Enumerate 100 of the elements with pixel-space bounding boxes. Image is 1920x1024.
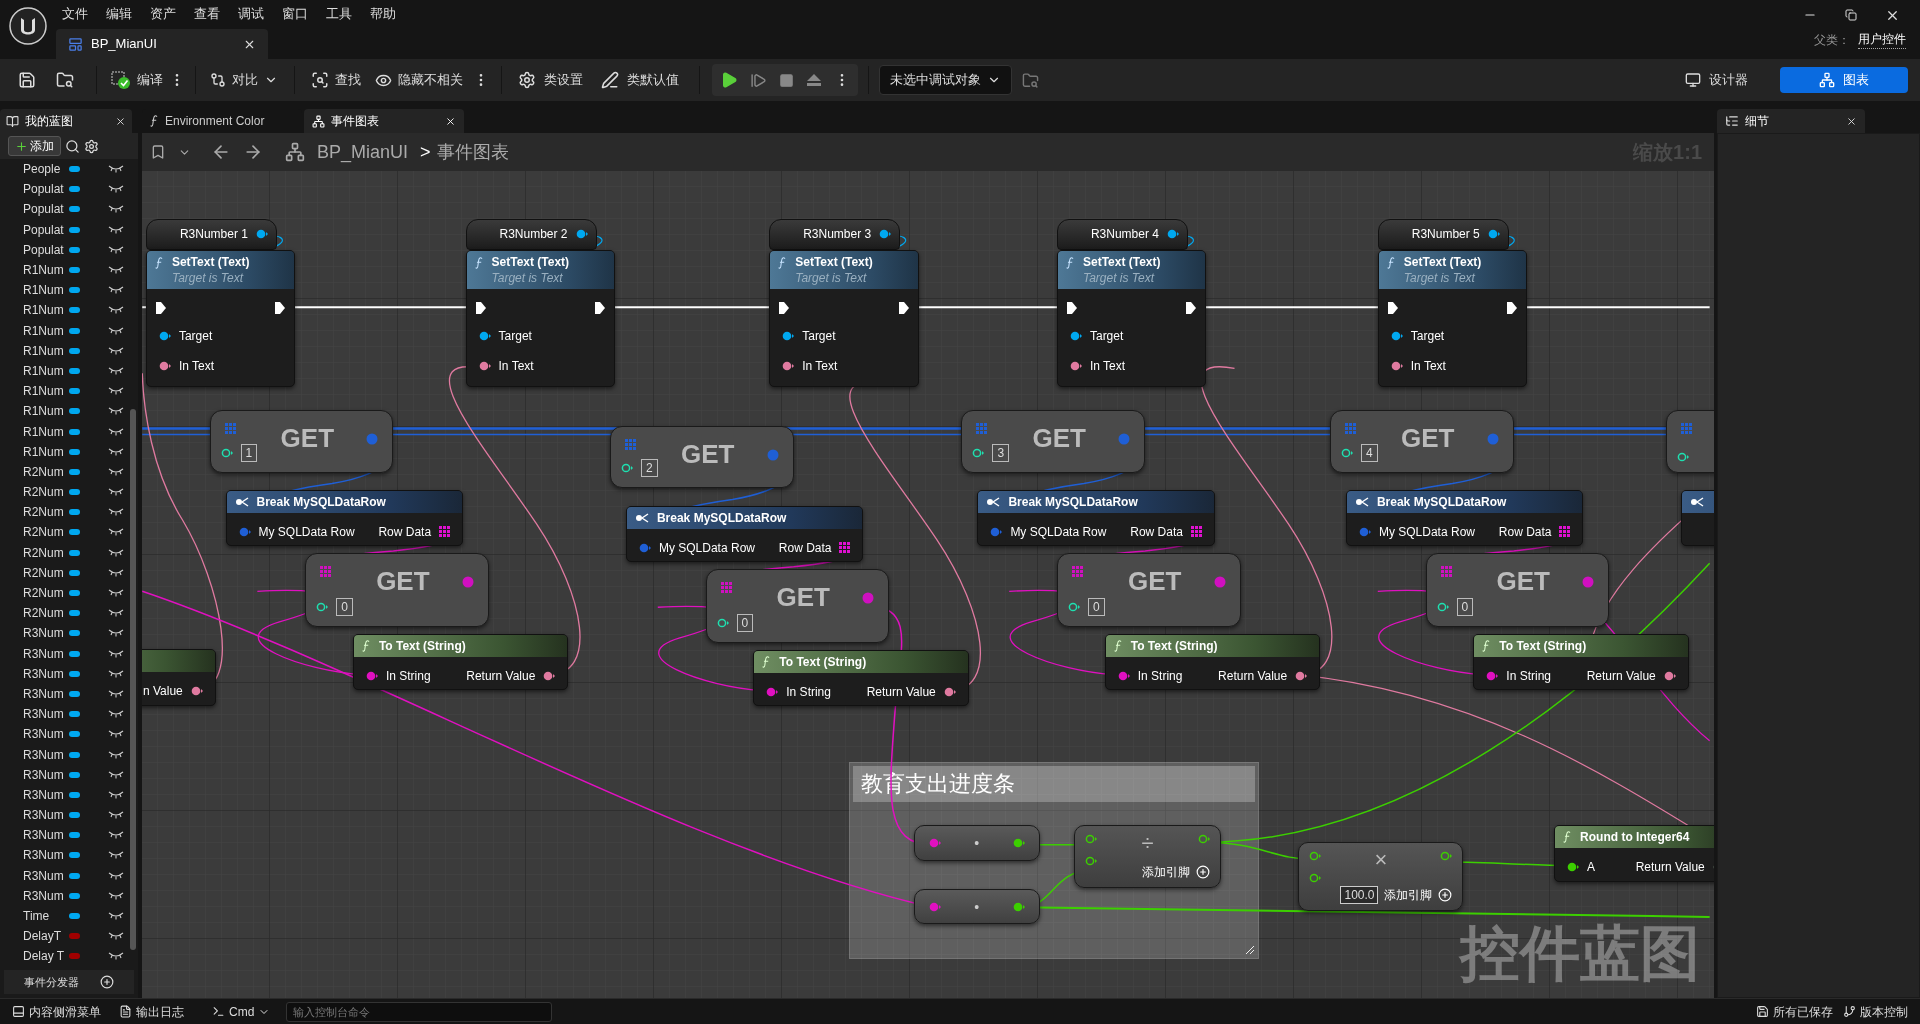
diff-button[interactable]: 对比 bbox=[206, 70, 282, 90]
menu-item[interactable]: 资产 bbox=[144, 3, 182, 24]
input-pin-icon[interactable] bbox=[928, 901, 941, 912]
close-icon[interactable] bbox=[1846, 115, 1857, 127]
variable-node[interactable]: R3Number 4 bbox=[1056, 219, 1188, 250]
variable-name[interactable]: R1Num bbox=[23, 422, 69, 441]
eye-closed-icon[interactable] bbox=[108, 467, 124, 476]
variable-name[interactable]: DelayT bbox=[23, 927, 69, 946]
variable-name[interactable]: R2Num bbox=[23, 563, 69, 582]
input-pin-icon[interactable] bbox=[782, 330, 795, 341]
eye-closed-icon[interactable] bbox=[108, 427, 124, 436]
variable-name[interactable]: Populat bbox=[23, 200, 69, 219]
output-pin-icon[interactable] bbox=[1012, 837, 1025, 848]
menu-item[interactable]: 文件 bbox=[56, 3, 94, 24]
get-node[interactable]: 4 GET bbox=[1330, 410, 1514, 473]
exec-pin-icon[interactable] bbox=[274, 300, 287, 315]
search-icon[interactable] bbox=[65, 138, 80, 154]
eye-closed-icon[interactable] bbox=[108, 891, 124, 900]
variable-name[interactable]: People bbox=[23, 160, 69, 179]
output-pin-icon[interactable] bbox=[575, 229, 588, 240]
input-pin-icon[interactable] bbox=[1085, 856, 1098, 867]
add-pin-button[interactable]: 添加引脚 bbox=[1142, 862, 1191, 881]
stop-icon[interactable] bbox=[779, 72, 794, 88]
variable-name[interactable]: R3Num bbox=[23, 866, 69, 885]
output-pin-icon[interactable] bbox=[190, 685, 203, 696]
output-pin-icon[interactable] bbox=[1487, 229, 1500, 240]
output-pin-icon[interactable] bbox=[1440, 851, 1453, 862]
menu-item[interactable]: 编辑 bbox=[100, 3, 138, 24]
menu-item[interactable]: 查看 bbox=[188, 3, 226, 24]
browse-icon[interactable] bbox=[56, 71, 74, 89]
input-pin-icon[interactable] bbox=[1390, 360, 1403, 371]
cmd-dropdown[interactable]: Cmd bbox=[206, 1002, 277, 1021]
index-field[interactable]: 0 bbox=[1087, 597, 1105, 616]
panel-tab[interactable]: 细节 bbox=[1717, 109, 1865, 133]
output-pin-icon[interactable] bbox=[1012, 901, 1025, 912]
get-node[interactable]: 0 GET bbox=[705, 569, 890, 643]
input-pin-icon[interactable] bbox=[478, 330, 491, 341]
exec-pin-icon[interactable] bbox=[154, 300, 167, 315]
parent-class-link[interactable]: 用户控件 bbox=[1858, 30, 1906, 49]
variable-name[interactable]: R1Num bbox=[23, 382, 69, 401]
variable-name[interactable]: R1Num bbox=[23, 361, 69, 380]
variable-name[interactable]: R3Num bbox=[23, 745, 69, 764]
eye-closed-icon[interactable] bbox=[108, 568, 124, 577]
menu-item[interactable]: 帮助 bbox=[364, 3, 402, 24]
eye-closed-icon[interactable] bbox=[108, 770, 124, 779]
breadcrumb-item[interactable]: BP_MianUI bbox=[317, 138, 409, 166]
eye-closed-icon[interactable] bbox=[108, 710, 124, 719]
variable-name[interactable]: R1Num bbox=[23, 321, 69, 340]
output-pin-icon[interactable] bbox=[879, 229, 892, 240]
input-pin-icon[interactable] bbox=[1486, 671, 1499, 682]
add-pin-button[interactable]: 添加引脚 bbox=[1384, 885, 1433, 904]
input-pin-icon[interactable] bbox=[1069, 330, 1082, 341]
variable-name[interactable]: R1Num bbox=[23, 442, 69, 461]
output-pin-icon[interactable] bbox=[1295, 671, 1308, 682]
value-field[interactable]: 100.0 bbox=[1340, 885, 1379, 904]
variable-name[interactable]: R2Num bbox=[23, 483, 69, 502]
function-node[interactable]: To Text (String) In String Return Value bbox=[352, 634, 569, 691]
eye-closed-icon[interactable] bbox=[108, 245, 124, 254]
input-pin-icon[interactable] bbox=[1085, 834, 1098, 845]
eye-closed-icon[interactable] bbox=[108, 185, 124, 194]
function-node[interactable]: To Text (String) In String Return Value bbox=[1473, 634, 1689, 691]
index-pin-icon[interactable] bbox=[1676, 451, 1689, 462]
input-pin-icon[interactable] bbox=[1309, 873, 1322, 884]
exec-pin-icon[interactable] bbox=[1386, 300, 1399, 315]
output-pin-icon[interactable] bbox=[1663, 671, 1676, 682]
exec-pin-icon[interactable] bbox=[1065, 300, 1078, 315]
panel-tab[interactable]: 我的蓝图 bbox=[0, 109, 132, 133]
variable-name[interactable]: Populat bbox=[23, 240, 69, 259]
eject-icon[interactable] bbox=[806, 73, 822, 87]
eye-closed-icon[interactable] bbox=[108, 326, 124, 335]
get-node[interactable]: 0 GET bbox=[1425, 553, 1610, 627]
input-pin-icon[interactable] bbox=[990, 526, 1003, 537]
eye-closed-icon[interactable] bbox=[108, 165, 124, 174]
function-node[interactable]: SetText (Text) Target is Text Target In Text bbox=[145, 249, 296, 387]
function-node[interactable]: SetText (Text) Target is Text Target In Text bbox=[465, 249, 615, 387]
eye-closed-icon[interactable] bbox=[108, 932, 124, 941]
exec-pin-icon[interactable] bbox=[1506, 300, 1519, 315]
save-status-button[interactable]: 所有已保存 bbox=[1756, 1002, 1833, 1021]
eye-closed-icon[interactable] bbox=[108, 912, 124, 921]
exec-pin-icon[interactable] bbox=[474, 300, 487, 315]
debug-target-dropdown[interactable]: 未选中调试对象 bbox=[879, 65, 1012, 95]
play-icon[interactable] bbox=[720, 71, 738, 89]
console-input[interactable]: 输入控制台命令 bbox=[286, 1001, 553, 1022]
eye-closed-icon[interactable] bbox=[108, 649, 124, 658]
variable-name[interactable]: R2Num bbox=[23, 523, 69, 542]
eye-closed-icon[interactable] bbox=[108, 306, 124, 315]
get-node[interactable]: 1 GET bbox=[209, 410, 394, 473]
graph-tab[interactable]: 事件图表 bbox=[304, 109, 464, 133]
input-pin-icon[interactable] bbox=[766, 687, 779, 698]
variable-name[interactable]: R1Num bbox=[23, 281, 69, 300]
folder-search-icon[interactable] bbox=[1022, 71, 1039, 89]
eye-closed-icon[interactable] bbox=[108, 790, 124, 799]
math-node[interactable]: × 100.0 添加引脚 bbox=[1298, 842, 1464, 911]
mode-tab[interactable]: 图表 bbox=[1780, 67, 1908, 93]
variable-name[interactable]: R3Num bbox=[23, 725, 69, 744]
eye-closed-icon[interactable] bbox=[108, 508, 124, 517]
document-tab[interactable]: BP_MianUI bbox=[56, 29, 268, 59]
conversion-node[interactable]: • bbox=[913, 825, 1040, 861]
variable-name[interactable]: R2Num bbox=[23, 462, 69, 481]
eye-closed-icon[interactable] bbox=[108, 346, 124, 355]
